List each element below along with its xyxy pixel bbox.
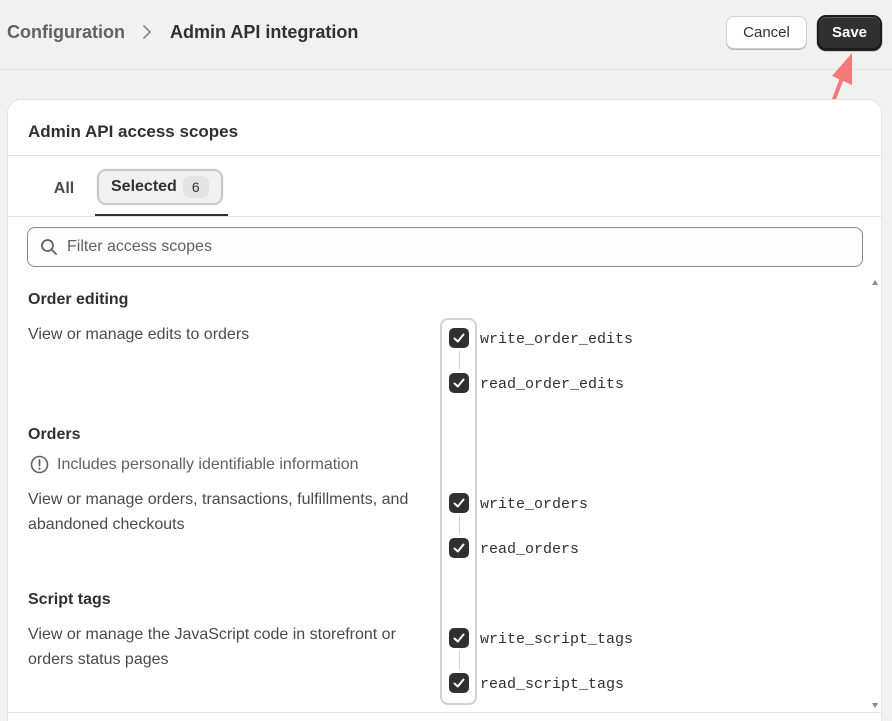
checkbox-write-order-edits[interactable] bbox=[449, 328, 469, 348]
pii-notice-text: Includes personally identifiable informa… bbox=[57, 455, 359, 473]
checkbox-read-order-edits[interactable] bbox=[449, 373, 469, 393]
connector-line bbox=[459, 651, 460, 669]
search-icon bbox=[41, 239, 57, 255]
chevron-right-icon bbox=[143, 25, 151, 39]
checkmark-icon bbox=[453, 498, 465, 508]
section-title-order-editing: Order editing bbox=[28, 291, 129, 308]
page-title: Admin API integration bbox=[170, 22, 359, 42]
scroll-up-arrow-icon[interactable] bbox=[872, 280, 878, 285]
save-button[interactable]: Save bbox=[817, 15, 882, 50]
scope-name: read_script_tags bbox=[480, 676, 625, 693]
checkbox-read-script-tags[interactable] bbox=[449, 673, 469, 693]
filter-search-field[interactable] bbox=[27, 227, 863, 267]
checkmark-icon bbox=[453, 543, 465, 553]
tab-selected-label: Selected bbox=[111, 178, 177, 195]
checkmark-icon bbox=[453, 378, 465, 388]
scope-name: read_order_edits bbox=[480, 376, 625, 393]
page-header: Configuration Admin API integration Canc… bbox=[0, 0, 892, 70]
scope-name: write_orders bbox=[480, 496, 589, 513]
access-scopes-card: Admin API access scopes All Selected 6 O… bbox=[7, 99, 882, 721]
tab-selected[interactable]: Selected 6 bbox=[97, 169, 223, 205]
card-title: Admin API access scopes bbox=[28, 122, 239, 141]
checkmark-icon bbox=[453, 633, 465, 643]
info-circle-icon bbox=[30, 455, 49, 474]
checkmark-icon bbox=[453, 333, 465, 343]
selected-count-badge: 6 bbox=[182, 176, 209, 198]
section-title-orders: Orders bbox=[28, 426, 81, 443]
section-description: View or manage the JavaScript code in st… bbox=[28, 626, 396, 668]
scroll-down-arrow-icon[interactable] bbox=[872, 703, 878, 708]
scope-name: write_order_edits bbox=[480, 331, 634, 348]
connector-line bbox=[459, 351, 460, 369]
breadcrumb-configuration[interactable]: Configuration bbox=[7, 22, 125, 43]
scope-name: read_orders bbox=[480, 541, 580, 558]
divider bbox=[8, 216, 881, 217]
checkbox-read-orders[interactable] bbox=[449, 538, 469, 558]
divider bbox=[8, 712, 881, 713]
tab-all[interactable]: All bbox=[38, 175, 90, 203]
divider bbox=[8, 155, 881, 156]
checkbox-write-orders[interactable] bbox=[449, 493, 469, 513]
cancel-button[interactable]: Cancel bbox=[726, 16, 807, 49]
pii-notice: Includes personally identifiable informa… bbox=[30, 455, 359, 474]
section-title-script-tags: Script tags bbox=[28, 591, 111, 608]
filter-access-scopes-input[interactable] bbox=[67, 238, 847, 256]
checkbox-write-script-tags[interactable] bbox=[449, 628, 469, 648]
checkmark-icon bbox=[453, 678, 465, 688]
section-description: View or manage orders, transactions, ful… bbox=[28, 491, 409, 533]
connector-line bbox=[459, 516, 460, 534]
section-description: View or manage edits to orders bbox=[28, 326, 250, 343]
scope-name: write_script_tags bbox=[480, 631, 634, 648]
